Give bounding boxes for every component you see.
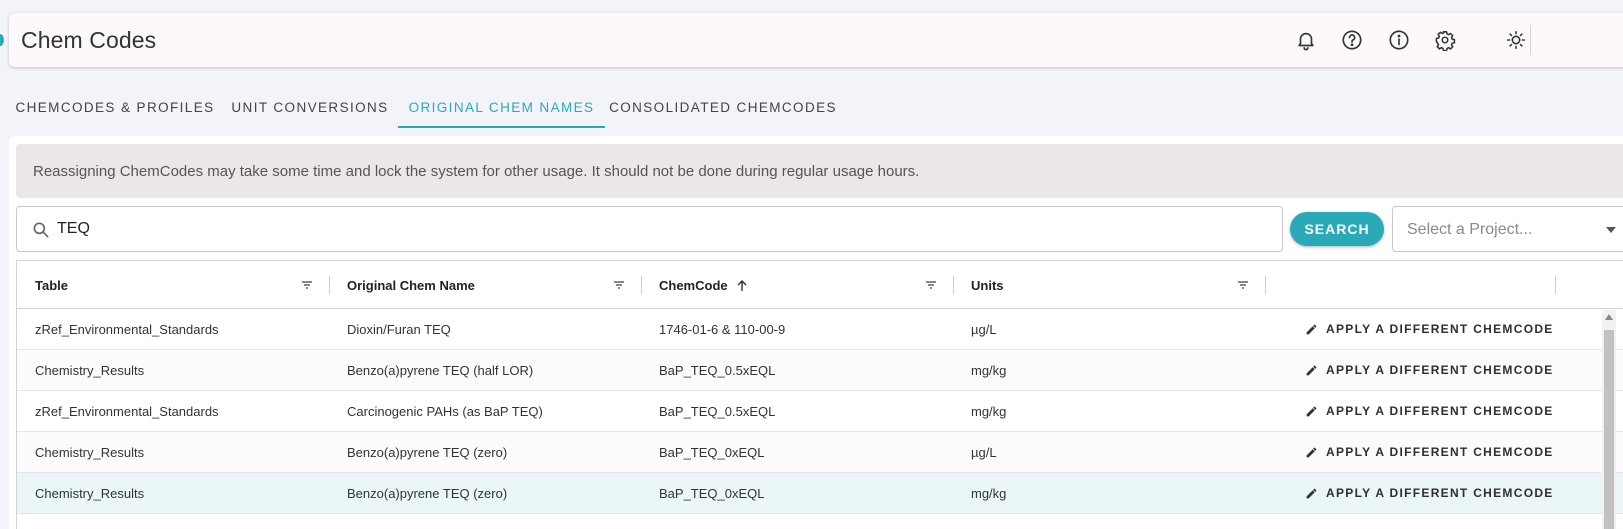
notifications-button[interactable] (1293, 27, 1319, 53)
cell-table: zRef_Environmental_Standards (35, 321, 219, 337)
cell-original-chem-name: Dioxin/Furan TEQ (347, 321, 451, 337)
search-icon (33, 222, 49, 238)
filter-icon[interactable] (301, 279, 313, 291)
gear-icon (1435, 30, 1456, 51)
apply-different-chemcode-button[interactable]: APPLY A DIFFERENT CHEMCODE (1305, 391, 1554, 431)
cell-units: µg/L (971, 444, 997, 460)
info-button[interactable] (1386, 27, 1412, 53)
column-header-table[interactable]: Table (35, 261, 68, 309)
column-header-chemcode[interactable]: ChemCode (659, 261, 748, 309)
apply-label: APPLY A DIFFERENT CHEMCODE (1326, 322, 1554, 336)
cell-chemcode: BaP_TEQ_0xEQL (659, 444, 765, 460)
sort-ascending-icon[interactable] (736, 279, 748, 292)
chem-names-table: Table Original Chem Name ChemCode Units … (16, 260, 1623, 529)
cell-original-chem-name: Benzo(a)pyrene TEQ (half LOR) (347, 362, 534, 378)
warning-notice: Reassigning ChemCodes may take some time… (16, 144, 1623, 198)
cell-table: Chemistry_Results (35, 485, 145, 501)
settings-button[interactable] (1432, 27, 1458, 53)
apply-different-chemcode-button[interactable]: APPLY A DIFFERENT CHEMCODE (1305, 432, 1554, 472)
bell-icon (1298, 32, 1314, 51)
cell-table: Chemistry_Results (35, 362, 145, 378)
apply-label: APPLY A DIFFERENT CHEMCODE (1326, 445, 1554, 459)
table-row[interactable]: Chemistry_Results Benzo(a)pyrene TEQ (ze… (17, 473, 1623, 514)
help-icon (1342, 30, 1362, 50)
column-header-units[interactable]: Units (971, 261, 1004, 309)
edge-indicator (0, 34, 4, 46)
pencil-icon (1306, 447, 1317, 457)
pencil-icon (1306, 488, 1317, 498)
cell-original-chem-name: Carcinogenic PAHs (as BaP TEQ) (347, 403, 543, 419)
column-header-original-chem-name[interactable]: Original Chem Name (347, 261, 475, 309)
cell-table: Chemistry_Results (35, 444, 145, 460)
help-button[interactable] (1339, 27, 1365, 53)
table-row[interactable]: zRef_Environmental_Standards Carcinogeni… (17, 391, 1623, 432)
column-divider[interactable] (953, 276, 954, 294)
column-divider[interactable] (641, 276, 642, 294)
tab-unit-conversions[interactable]: UNIT CONVERSIONS (222, 86, 398, 128)
cell-chemcode: BaP_TEQ_0.5xEQL (659, 362, 776, 378)
sun-icon (1506, 30, 1526, 50)
pencil-icon (1306, 324, 1317, 334)
cell-chemcode: BaP_TEQ_0xEQL (659, 485, 765, 501)
project-select[interactable]: Select a Project... (1392, 206, 1623, 252)
table-header: Table Original Chem Name ChemCode Units (17, 261, 1623, 309)
filter-icon[interactable] (613, 279, 625, 291)
cell-units: mg/kg (971, 362, 1007, 378)
table-scrollbar[interactable] (1602, 310, 1616, 529)
tab-original-chem-names[interactable]: ORIGINAL CHEM NAMES (398, 86, 605, 128)
cell-chemcode: 1746-01-6 & 110-00-9 (659, 321, 786, 337)
tab-consolidated-chemcodes[interactable]: CONSOLIDATED CHEMCODES (607, 86, 839, 128)
cell-chemcode: BaP_TEQ_0.5xEQL (659, 403, 776, 419)
apply-label: APPLY A DIFFERENT CHEMCODE (1326, 404, 1554, 418)
column-divider[interactable] (1265, 276, 1266, 294)
page-title: Chem Codes (21, 27, 157, 53)
apply-different-chemcode-button[interactable]: APPLY A DIFFERENT CHEMCODE (1305, 473, 1554, 513)
apply-label: APPLY A DIFFERENT CHEMCODE (1326, 486, 1554, 500)
filter-icon[interactable] (925, 279, 937, 291)
cell-table: zRef_Environmental_Standards (35, 403, 219, 419)
scrollbar-thumb[interactable] (1604, 330, 1614, 529)
theme-toggle-button[interactable] (1503, 27, 1529, 53)
header-divider (1530, 25, 1531, 55)
pencil-icon (1306, 365, 1317, 375)
pencil-icon (1306, 406, 1317, 416)
column-divider[interactable] (329, 276, 330, 294)
table-row[interactable]: Chemistry_Results Benzo(a)pyrene TEQ (ze… (17, 432, 1623, 473)
search-box (16, 206, 1283, 252)
table-row[interactable]: Chemistry_Results Benzo(a)pyrene TEQ (ha… (17, 350, 1623, 391)
search-button[interactable]: SEARCH (1290, 212, 1384, 246)
cell-original-chem-name: Benzo(a)pyrene TEQ (zero) (347, 444, 508, 460)
apply-different-chemcode-button[interactable]: APPLY A DIFFERENT CHEMCODE (1305, 309, 1554, 349)
cell-units: µg/L (971, 321, 997, 337)
app-header: Chem Codes (9, 13, 1623, 67)
apply-label: APPLY A DIFFERENT CHEMCODE (1326, 363, 1554, 377)
filter-icon[interactable] (1237, 279, 1249, 291)
cell-units: mg/kg (971, 485, 1007, 501)
project-select-placeholder: Select a Project... (1407, 221, 1533, 238)
table-row[interactable]: zRef_Environmental_Standards Dioxin/Fura… (17, 309, 1623, 350)
tab-chemcodes-profiles[interactable]: CHEMCODES & PROFILES (9, 86, 221, 128)
cell-original-chem-name: Benzo(a)pyrene TEQ (zero) (347, 485, 508, 501)
info-icon (1389, 30, 1409, 50)
cell-units: mg/kg (971, 403, 1007, 419)
column-divider[interactable] (1555, 276, 1556, 294)
search-input[interactable] (57, 207, 1257, 251)
scroll-up-arrow-icon[interactable] (1605, 314, 1613, 320)
notice-text: Reassigning ChemCodes may take some time… (33, 162, 920, 180)
column-header-chemcode-label: ChemCode (659, 277, 728, 293)
caret-down-icon (1606, 227, 1616, 233)
apply-different-chemcode-button[interactable]: APPLY A DIFFERENT CHEMCODE (1305, 350, 1554, 390)
